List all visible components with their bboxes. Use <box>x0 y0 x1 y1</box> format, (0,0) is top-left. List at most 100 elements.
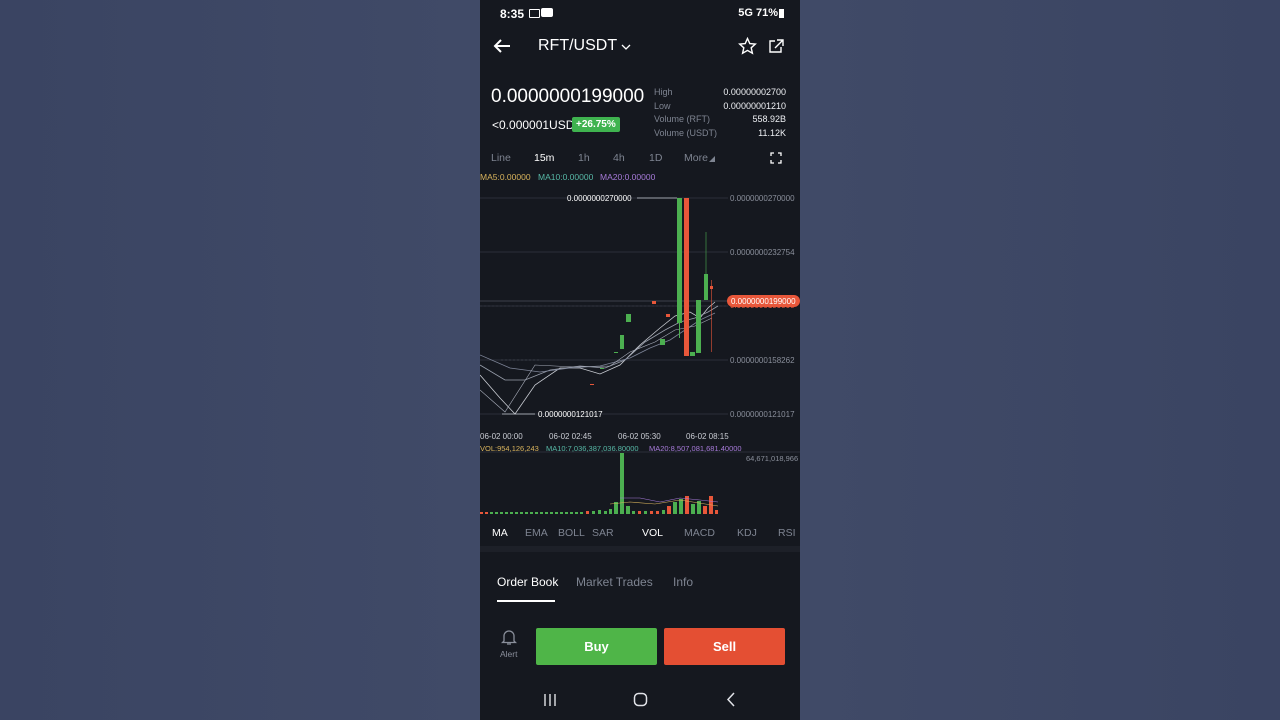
volume-bar <box>667 506 671 514</box>
tab-line[interactable]: Line <box>491 152 511 164</box>
phone-screen: 8:35 5G 71% RFT/USDT 0.0000000199000 <0.… <box>480 0 800 720</box>
tab-sar[interactable]: SAR <box>592 527 614 539</box>
candles <box>590 198 713 385</box>
tab-ema[interactable]: EMA <box>525 527 548 539</box>
candle <box>666 314 670 317</box>
tab-vol[interactable]: VOL <box>642 527 663 539</box>
fullscreen-icon[interactable] <box>770 152 782 164</box>
recent-apps-icon[interactable] <box>543 693 557 707</box>
volume-bar <box>580 512 583 514</box>
volume-bar <box>535 512 538 514</box>
vol-max-label: 64,671,018,966 <box>746 454 798 463</box>
candle <box>696 300 701 353</box>
sell-button[interactable]: Sell <box>664 628 785 665</box>
volume-bar <box>715 510 718 514</box>
volume-bar <box>662 510 665 514</box>
stat-volume-rft: Volume (RFT) 558.92B <box>654 114 786 124</box>
y-tick-label: 0.0000000158262 <box>730 356 795 365</box>
tab-ma[interactable]: MA <box>492 527 508 539</box>
system-nav-bar <box>480 680 800 720</box>
vol-label: VOL:954,126,243 <box>480 444 539 453</box>
volume-bar <box>592 511 595 514</box>
status-time: 8:35 <box>500 7 525 21</box>
tab-15m[interactable]: 15m <box>534 152 554 164</box>
tab-boll[interactable]: BOLL <box>558 527 585 539</box>
tab-macd[interactable]: MACD <box>684 527 715 539</box>
stat-low: Low 0.00000001210 <box>654 100 786 111</box>
back-nav-icon[interactable] <box>726 692 736 707</box>
volume-bars <box>480 453 718 514</box>
back-arrow-icon[interactable] <box>492 38 512 54</box>
volume-bar <box>480 512 483 514</box>
volume-bar <box>673 502 677 514</box>
volume-bar <box>485 512 488 514</box>
high-marker-label: 0.0000000270000 <box>567 194 632 203</box>
tab-kdj[interactable]: KDJ <box>737 527 757 539</box>
volume-bar <box>525 512 528 514</box>
video-icon <box>529 9 540 18</box>
tab-order-book[interactable]: Order Book <box>497 575 558 589</box>
volume-bar <box>703 506 707 514</box>
price-chart[interactable]: 0.0000000270000 0.0000000121017 0.000000… <box>480 180 800 525</box>
home-icon[interactable] <box>633 692 648 707</box>
volume-bar <box>691 504 695 514</box>
tab-info[interactable]: Info <box>673 575 693 589</box>
tab-more[interactable]: More <box>684 152 708 164</box>
volume-bar <box>626 506 630 514</box>
candle <box>626 314 631 322</box>
battery-icon <box>779 9 784 18</box>
change-badge: +26.75% <box>572 117 620 132</box>
volume-bar <box>560 512 563 514</box>
usd-price: <0.000001USD <box>492 118 575 132</box>
volume-bar <box>540 512 543 514</box>
volume-bar <box>679 499 683 514</box>
volume-bar <box>638 511 641 514</box>
volume-bar <box>500 512 503 514</box>
volume-bar <box>510 512 513 514</box>
volume-bar <box>490 512 493 514</box>
volume-bar <box>656 511 659 514</box>
low-marker-label: 0.0000000121017 <box>538 410 603 419</box>
x-tick-label: 06-02 05:30 <box>618 432 661 441</box>
pair-title[interactable]: RFT/USDT <box>538 37 617 55</box>
volume-bar <box>586 511 589 514</box>
tab-1d[interactable]: 1D <box>649 152 662 164</box>
volume-bar <box>515 512 518 514</box>
vol-ma20-line <box>620 497 719 503</box>
y-tick-label: 0.0000000121017 <box>730 410 795 419</box>
status-right: 5G 71% <box>738 7 778 19</box>
stat-high: High 0.00000002700 <box>654 87 786 97</box>
buy-button[interactable]: Buy <box>536 628 657 665</box>
candle <box>614 352 618 353</box>
candle <box>652 301 656 304</box>
candle <box>690 352 695 356</box>
volume-bar <box>545 512 548 514</box>
tab-rsi[interactable]: RSI <box>778 527 796 539</box>
volume-bar <box>620 453 624 514</box>
candle <box>660 339 665 345</box>
bottom-action-bar: Alert Buy Sell <box>480 620 800 680</box>
volume-bar <box>565 512 568 514</box>
tab-1h[interactable]: 1h <box>578 152 590 164</box>
volume-bar <box>604 511 607 514</box>
ticker-stats: High 0.00000002700 Low 0.00000001210 Volum… <box>654 87 786 141</box>
vol-ma10-label: MA10:7,036,387,036.80000 <box>546 444 639 453</box>
more-triangle-icon <box>709 156 715 162</box>
top-bar: RFT/USDT <box>480 34 800 60</box>
candle <box>600 368 604 369</box>
volume-bar <box>575 512 578 514</box>
alert-label: Alert <box>500 649 518 659</box>
volume-bar <box>495 512 498 514</box>
volume-bar <box>530 512 533 514</box>
x-tick-label: 06-02 02:45 <box>549 432 592 441</box>
chevron-down-icon[interactable] <box>621 43 631 51</box>
tab-market-trades[interactable]: Market Trades <box>576 575 653 589</box>
tab-4h[interactable]: 4h <box>613 152 625 164</box>
volume-bar <box>570 512 573 514</box>
y-tick-label: 0.0000000232754 <box>730 248 795 257</box>
candle <box>590 384 594 385</box>
status-bar: 8:35 5G 71% <box>480 6 800 22</box>
bell-icon[interactable] <box>501 629 517 646</box>
share-icon[interactable] <box>768 38 785 54</box>
star-icon[interactable] <box>738 37 757 55</box>
